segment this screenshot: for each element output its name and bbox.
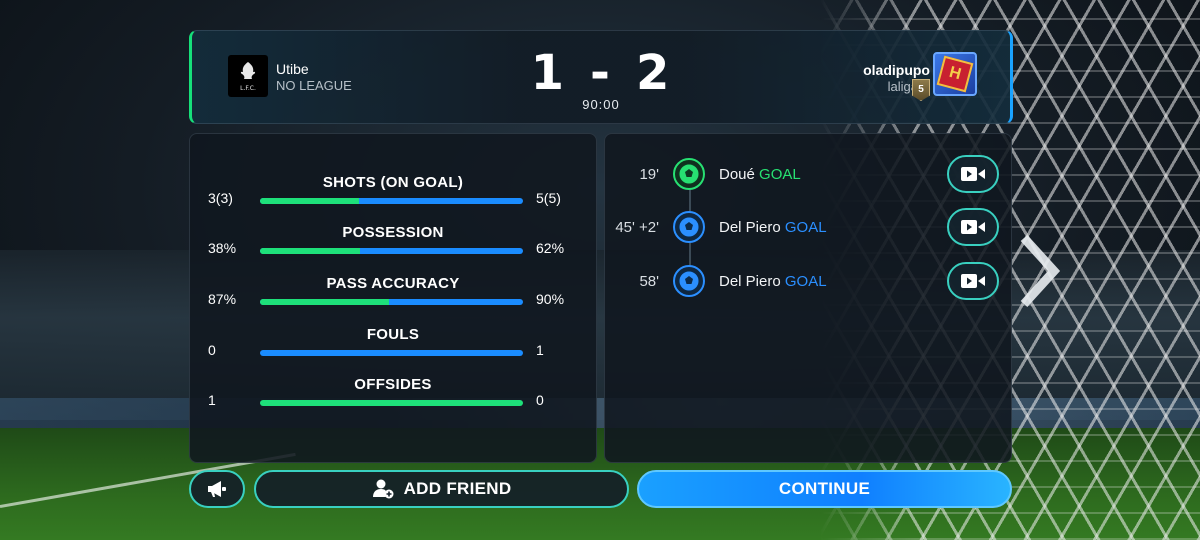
- announce-button[interactable]: [189, 470, 245, 508]
- event-type: GOAL: [759, 166, 801, 183]
- stat-away-value: 5(5): [536, 190, 561, 206]
- stat-bar-home-fill: [260, 248, 360, 254]
- stat-row: OFFSIDES 1 0: [190, 376, 596, 416]
- replay-button[interactable]: [947, 262, 999, 300]
- stat-bar: [260, 299, 523, 305]
- club-crest-text: H: [936, 55, 974, 93]
- away-score: 2: [635, 45, 672, 101]
- stat-title: FOULS: [366, 326, 420, 343]
- stat-bar: [260, 350, 523, 356]
- add-friend-button[interactable]: ADD FRIEND: [254, 470, 629, 508]
- stat-away-value: 90%: [536, 291, 565, 307]
- video-camera-icon: [961, 167, 985, 181]
- stat-title: PASS ACCURACY: [326, 275, 460, 292]
- score-separator: -: [590, 45, 612, 101]
- event-row: 58' Del Piero GOAL: [605, 262, 1011, 300]
- stat-title: POSSESSION: [342, 224, 444, 241]
- stat-bar-home-fill: [260, 299, 389, 305]
- continue-label: CONTINUE: [778, 479, 871, 498]
- event-description: Del Piero GOAL: [719, 219, 827, 236]
- continue-button[interactable]: CONTINUE: [637, 470, 1012, 508]
- video-camera-icon: [961, 220, 985, 234]
- stat-bar: [260, 400, 523, 406]
- replay-button[interactable]: [947, 208, 999, 246]
- event-type: GOAL: [784, 219, 827, 236]
- stat-home-value: 87%: [208, 291, 237, 307]
- match-header: L.F.C. Utibe NO LEAGUE 1-2 90:00 oladipu…: [189, 30, 1013, 124]
- stat-away-value: 62%: [536, 240, 565, 256]
- club-crest-icon: H: [933, 52, 977, 96]
- replay-button[interactable]: [947, 155, 999, 193]
- megaphone-icon: [208, 481, 226, 497]
- stat-away-value: 1: [536, 342, 544, 358]
- add-user-icon: [372, 479, 394, 499]
- event-minute: 45' +2': [615, 219, 659, 236]
- stat-home-value: 38%: [208, 240, 237, 256]
- stat-home-value: 1: [208, 392, 216, 408]
- stat-home-value: 0: [208, 342, 216, 358]
- match-events-panel: 19' Doué GOAL 45' +2' Del Piero GOAL 58': [604, 133, 1012, 463]
- event-minute: 19': [639, 166, 659, 183]
- away-team-name: oladipupo: [863, 62, 930, 78]
- stat-row: PASS ACCURACY 87% 90%: [190, 275, 596, 315]
- event-description: Del Piero GOAL: [719, 273, 827, 290]
- event-minute: 58': [639, 273, 659, 290]
- stat-home-value: 3(3): [208, 190, 233, 206]
- home-score: 1: [530, 45, 567, 101]
- stat-bar: [260, 248, 523, 254]
- stat-title: OFFSIDES: [354, 376, 432, 393]
- stat-bar-home-fill: [260, 400, 523, 406]
- stat-row: FOULS 0 1: [190, 326, 596, 366]
- event-description: Doué GOAL: [719, 166, 801, 183]
- match-time: 90:00: [582, 97, 620, 112]
- event-type: GOAL: [784, 273, 827, 290]
- match-stats-panel: SHOTS (ON GOAL) 3(3) 5(5) POSSESSION 38%…: [189, 133, 597, 463]
- event-row: 19' Doué GOAL: [605, 155, 1011, 193]
- event-player: Del Piero: [719, 219, 781, 236]
- football-icon: [673, 158, 705, 190]
- stat-away-value: 0: [536, 392, 544, 408]
- video-camera-icon: [961, 274, 985, 288]
- event-player: Del Piero: [719, 273, 781, 290]
- event-player: Doué: [719, 166, 755, 183]
- stat-bar: [260, 198, 523, 204]
- football-icon: [673, 265, 705, 297]
- add-friend-label: ADD FRIEND: [403, 479, 512, 498]
- football-icon: [673, 211, 705, 243]
- stat-bar-home-fill: [260, 198, 359, 204]
- chevron-right-icon[interactable]: [1018, 232, 1062, 310]
- event-row: 45' +2' Del Piero GOAL: [605, 208, 1011, 246]
- stat-row: POSSESSION 38% 62%: [190, 224, 596, 264]
- stat-row: SHOTS (ON GOAL) 3(3) 5(5): [190, 174, 596, 214]
- stat-title: SHOTS (ON GOAL): [322, 174, 464, 191]
